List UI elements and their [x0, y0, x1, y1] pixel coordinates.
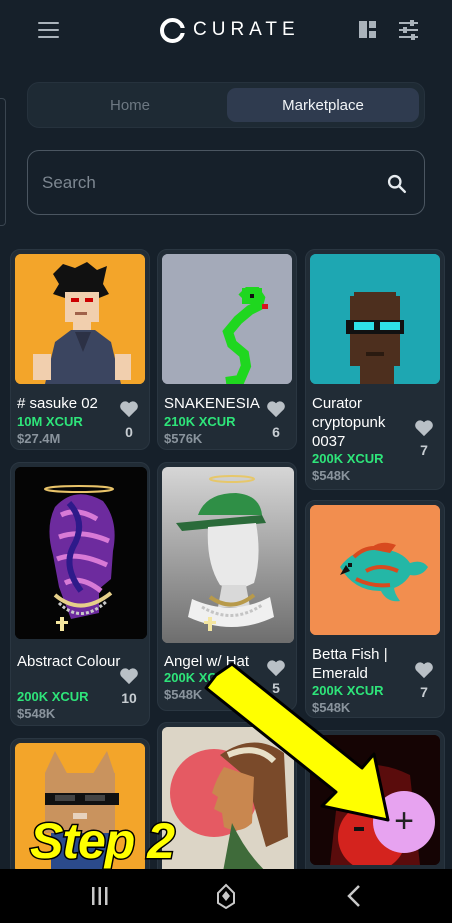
search-box	[27, 150, 425, 215]
nft-price-usd: $548K	[312, 700, 351, 715]
like-count: 7	[420, 684, 428, 700]
nft-price-xcur: 210K XCUR	[164, 414, 236, 429]
nft-price-xcur: 200K XCUR	[164, 670, 236, 685]
like-count: 6	[272, 424, 280, 440]
nft-price-xcur: 10M XCUR	[17, 414, 83, 429]
heart-icon[interactable]	[266, 400, 286, 418]
nft-image-cryptopunk	[310, 254, 440, 384]
heart-icon[interactable]	[266, 659, 286, 677]
search-icon[interactable]	[386, 173, 407, 194]
sliders-filter-icon[interactable]	[399, 20, 418, 40]
brand-logo: CURATE	[160, 17, 300, 43]
system-navigation-bar	[0, 869, 452, 923]
nft-image-betta-fish	[310, 505, 440, 635]
heart-icon[interactable]	[119, 400, 139, 418]
nft-image-sasuke	[15, 254, 145, 384]
nft-image-headdress-portrait	[162, 727, 294, 877]
side-drawer-handle[interactable]	[0, 98, 6, 226]
nft-name: SNAKENESIA	[164, 395, 260, 412]
nft-name: # sasuke 02	[17, 395, 98, 412]
home-icon[interactable]	[206, 882, 246, 910]
tab-marketplace[interactable]: Marketplace	[227, 88, 419, 122]
nft-price-usd: $548K	[164, 687, 203, 702]
like-count: 7	[420, 442, 428, 458]
nft-image-abstract-colour	[15, 467, 147, 639]
heart-icon[interactable]	[414, 419, 434, 437]
plus-icon: +	[394, 801, 414, 840]
nft-name: Abstract Colour	[17, 653, 121, 670]
nft-price-usd: $548K	[312, 468, 351, 483]
brand-name: CURATE	[193, 19, 300, 40]
nft-price-xcur: 200K XCUR	[312, 683, 384, 698]
hamburger-menu-icon[interactable]	[38, 22, 59, 38]
nft-image-angel-hat	[162, 467, 294, 643]
heart-icon[interactable]	[119, 667, 139, 685]
recent-apps-icon[interactable]	[80, 882, 120, 910]
heart-icon[interactable]	[414, 661, 434, 679]
like-count: 10	[121, 690, 137, 706]
nft-image-snakenesia	[162, 254, 292, 384]
tab-home[interactable]: Home	[34, 88, 226, 122]
nft-price-usd: $576K	[164, 431, 203, 446]
like-count: 0	[125, 424, 133, 440]
back-icon[interactable]	[334, 882, 374, 910]
nft-price-usd: $27.4M	[17, 431, 61, 446]
nft-card[interactable]: Angel w/ Hat 200K XCUR $548K 5	[157, 462, 297, 711]
like-count: 5	[272, 680, 280, 696]
nft-card[interactable]: Betta Fish | Emerald 200K XCUR $548K 7	[305, 500, 445, 718]
nft-card[interactable]: Curator cryptopunk 0037 200K XCUR $548K …	[305, 249, 445, 490]
nft-card[interactable]: # sasuke 02 10M XCUR $27.4M 0	[10, 249, 150, 450]
search-input[interactable]	[42, 169, 362, 197]
curate-logo-icon	[160, 17, 187, 43]
nft-card[interactable]: Abstract Colour 200K XCUR $548K 10	[10, 462, 150, 726]
nft-card[interactable]: SNAKENESIA 210K XCUR $576K 6	[157, 249, 297, 450]
nft-card[interactable]	[157, 722, 297, 878]
nft-name: Angel w/ Hat	[164, 653, 250, 670]
nft-price-usd: $548K	[17, 706, 56, 721]
tutorial-step-label: Step 2	[28, 812, 176, 871]
nft-name: Curator cryptopunk 0037	[312, 395, 386, 450]
grid-layout-icon[interactable]	[359, 21, 376, 38]
nft-price-xcur: 200K XCUR	[312, 451, 384, 466]
top-app-bar: CURATE	[0, 0, 452, 62]
nft-name: Betta Fish | Emerald	[312, 646, 388, 682]
add-nft-button[interactable]: +	[373, 791, 435, 853]
nft-price-xcur: 200K XCUR	[17, 689, 89, 704]
tab-switcher: Home Marketplace	[27, 82, 425, 128]
